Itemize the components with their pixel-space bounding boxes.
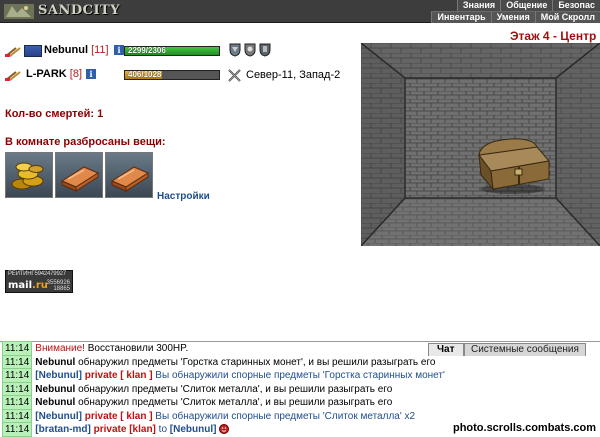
- player-row: Nebunul [11] i 2299/2306: [0, 42, 360, 62]
- location-text: Север-11, Запад-2: [246, 69, 341, 81]
- chat-text: Внимание!: [35, 343, 85, 354]
- chat-text: Вы обнаружили спорные предметы 'Слиток м…: [152, 410, 416, 422]
- player-name[interactable]: L-PARK [8]: [26, 68, 82, 80]
- tab-system-messages[interactable]: Системные сообщения: [464, 343, 586, 356]
- tab-chat[interactable]: Чат: [428, 343, 464, 356]
- top-bar: SANDCITY Знания Общение Безопас Инвентар…: [0, 0, 600, 23]
- player-name[interactable]: Nebunul [11]: [44, 44, 109, 56]
- copper-ingot-icon: [110, 166, 150, 192]
- copper-ingot-icon: [60, 166, 100, 192]
- chat-sender[interactable]: [Nebunul]: [170, 424, 217, 435]
- room-title: Этаж 4 - Центр: [510, 29, 597, 43]
- top-menu: Знания Общение Безопас Инвентарь Умения …: [431, 0, 600, 23]
- item-copper-ingot[interactable]: [105, 152, 153, 198]
- item-gold-coins[interactable]: [5, 152, 53, 198]
- menu-communication[interactable]: Общение: [500, 0, 553, 11]
- chat-message: 11:14 Nebunul обнаружил предметы 'Горстка…: [2, 354, 435, 370]
- player-level: [8]: [69, 68, 83, 80]
- crossed-swords-mini-icon[interactable]: [4, 46, 22, 58]
- chat-text: Вы обнаружили спорные предметы 'Горстка …: [152, 370, 445, 381]
- chat-message: 11:14 [bratan-md] private [klan] to [Nebu…: [2, 422, 430, 437]
- settings-link[interactable]: Настройки: [157, 191, 210, 202]
- chat-sender[interactable]: [Nebunul]: [35, 370, 82, 381]
- chat-sender[interactable]: Nebunul: [35, 357, 75, 368]
- smiley-icon: [219, 424, 230, 435]
- chat-message: 11:14 Nebunul обнаружил предметы 'Слиток …: [2, 395, 430, 410]
- hp-bar: 2299/2306: [124, 46, 220, 56]
- chat-time[interactable]: 11:14: [2, 422, 33, 437]
- dungeon-room-image: [361, 43, 600, 246]
- chat-text: to: [155, 424, 170, 435]
- chat-text: обнаружил предметы 'Горстка старинных мо…: [75, 356, 436, 368]
- items-title: В комнате разбросаны вещи:: [5, 136, 166, 148]
- rating-counter[interactable]: РЕЙТИНГ5942479927 mail.ru 3556926 18865: [5, 270, 73, 293]
- player-info-icon[interactable]: i: [86, 69, 96, 79]
- chat-private-tag: private [ klan ]: [81, 410, 153, 422]
- buff-icons: [229, 43, 271, 57]
- counter-values: 3556926 18865: [46, 280, 70, 292]
- player-row: L-PARK [8] i 406/1028 Север-11, Запад-2: [0, 66, 360, 86]
- logo-text: SANDCITY: [38, 3, 121, 18]
- items-list: [5, 152, 153, 198]
- shield-icon[interactable]: [229, 43, 241, 57]
- deaths-count: Кол-во смертей: 1: [5, 108, 104, 120]
- mail-ru-logo: mail.ru: [8, 280, 48, 291]
- chat-message: 11:14 Внимание! Восстановили 300HP.: [2, 341, 430, 356]
- clan-flag-icon[interactable]: [24, 45, 42, 57]
- counter-label: РЕЙТИНГ5942479927: [8, 271, 66, 277]
- chat-text: обнаружил предметы 'Слиток металла', и в…: [75, 397, 393, 408]
- item-copper-ingot[interactable]: [55, 152, 103, 198]
- chat-sender[interactable]: Nebunul: [35, 384, 75, 395]
- chat-message: 11:14 [Nebunul] private [ klan ] Вы обнар…: [2, 368, 445, 383]
- chat-private-tag: private [ klan ]: [81, 370, 153, 381]
- player-level: [11]: [91, 44, 109, 56]
- chat-text: Восстановили 300HP.: [84, 343, 189, 354]
- chat-message: 11:14 [Nebunul] private [ klan ] Вы обнар…: [2, 408, 430, 424]
- menu-skills[interactable]: Умения: [490, 11, 535, 23]
- chat-log: 11:14 Внимание! Восстановили 300HP. 11:14 N…: [0, 341, 445, 437]
- hp-text: 406/1028: [128, 70, 162, 79]
- gold-coins-icon: [11, 162, 44, 190]
- menu-knowledge[interactable]: Знания: [456, 0, 501, 11]
- dungeon-room-view[interactable]: [361, 43, 600, 246]
- shield-icon[interactable]: [259, 43, 271, 57]
- chat-sender[interactable]: [bratan-md]: [35, 424, 91, 435]
- hp-text: 2299/2306: [128, 46, 166, 55]
- chat-private-tag: private [klan]: [90, 424, 156, 435]
- crossed-swords-icon[interactable]: [228, 69, 241, 82]
- chat-text: обнаружил предметы 'Слиток металла', и в…: [75, 383, 393, 395]
- menu-security[interactable]: Безопас: [552, 0, 600, 11]
- hp-bar: 406/1028: [124, 70, 220, 80]
- chat-sender[interactable]: Nebunul: [35, 397, 75, 408]
- shield-icon[interactable]: [244, 43, 256, 57]
- chat-sender[interactable]: [Nebunul]: [35, 411, 82, 422]
- player-info-icon[interactable]: i: [114, 45, 124, 55]
- menu-my-scroll[interactable]: Мой Скролл: [534, 11, 600, 23]
- chat-message: 11:14 Nebunul обнаружил предметы 'Слиток …: [2, 381, 430, 397]
- menu-inventory[interactable]: Инвентарь: [431, 11, 491, 23]
- crossed-swords-mini-icon[interactable]: [4, 70, 22, 82]
- watermark: photo.scrolls.combats.com: [452, 422, 596, 434]
